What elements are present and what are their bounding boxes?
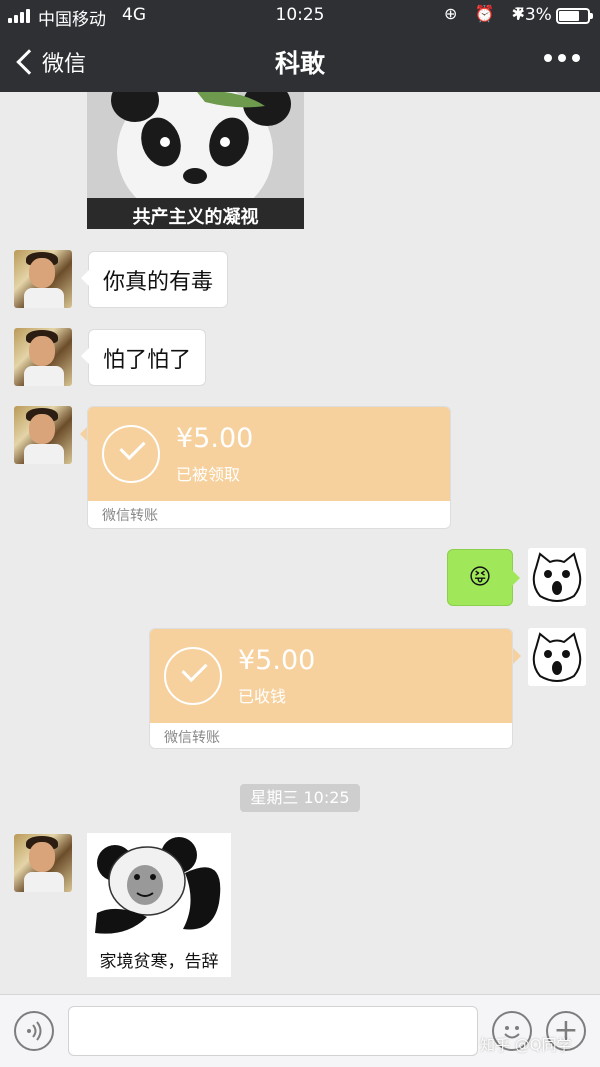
transfer-amount: ¥5.00 bbox=[176, 423, 254, 454]
transfer-label: 微信转账 bbox=[102, 508, 158, 524]
avatar[interactable] bbox=[528, 628, 586, 686]
timestamp-divider: 星期三 10:25 bbox=[240, 784, 360, 812]
nav-bar: 微信 科敢 bbox=[0, 32, 600, 92]
chat-area[interactable]: 共产主义的凝视 你真的有毒 怕了怕了 ¥5.00 已被领取 微信转账 😝 ¥5.… bbox=[0, 92, 600, 992]
check-circle-icon bbox=[164, 647, 222, 705]
message-bubble[interactable]: 怕了怕了 bbox=[80, 329, 207, 386]
avatar[interactable] bbox=[14, 250, 72, 308]
cat-avatar-icon bbox=[528, 548, 586, 606]
sent-emoji-bubble[interactable]: 😝 bbox=[447, 549, 520, 606]
status-bar: 中国移动 4G 10:25 ⊕ ⏰ ✱ 73% bbox=[0, 0, 600, 32]
avatar[interactable] bbox=[528, 548, 586, 606]
message-text: 你真的有毒 bbox=[103, 269, 214, 295]
avatar[interactable] bbox=[14, 406, 72, 464]
transfer-card[interactable]: ¥5.00 已收钱 微信转账 bbox=[149, 628, 513, 749]
chat-title: 科敢 bbox=[274, 49, 325, 78]
input-bar: + bbox=[0, 994, 600, 1067]
panda-sticker-caption: 共产主义的凝视 bbox=[132, 207, 259, 228]
emoji-grin-icon: 😝 bbox=[468, 565, 492, 590]
bubble-tail bbox=[513, 648, 521, 664]
voice-icon[interactable] bbox=[14, 1011, 54, 1051]
top-bar: 中国移动 4G 10:25 ⊕ ⏰ ✱ 73% 微信 科敢 bbox=[0, 0, 600, 92]
transfer-amount: ¥5.00 bbox=[238, 645, 316, 676]
avatar[interactable] bbox=[14, 328, 72, 386]
panda-sticker[interactable]: 共产主义的凝视 bbox=[87, 92, 304, 229]
transfer-status: 已收钱 bbox=[238, 687, 287, 706]
message-text: 怕了怕了 bbox=[103, 347, 192, 373]
panda-meme-image bbox=[87, 833, 231, 943]
meme-sticker[interactable]: 家境贫寒，告辞 bbox=[87, 833, 231, 977]
watermark: 知乎 @Q同学 bbox=[480, 1036, 572, 1054]
avatar[interactable] bbox=[14, 834, 72, 892]
transfer-status: 已被领取 bbox=[176, 465, 241, 484]
message-input[interactable] bbox=[68, 1006, 478, 1056]
battery-percent: 73% bbox=[514, 5, 552, 25]
battery-icon bbox=[556, 8, 593, 24]
transfer-card[interactable]: ¥5.00 已被领取 微信转账 bbox=[87, 406, 451, 529]
check-circle-icon bbox=[102, 425, 160, 483]
message-bubble[interactable]: 你真的有毒 bbox=[80, 251, 229, 308]
transfer-label: 微信转账 bbox=[164, 730, 220, 746]
meme-sticker-caption: 家境贫寒，告辞 bbox=[99, 952, 219, 972]
cat-avatar-icon bbox=[528, 628, 586, 686]
more-dots-icon[interactable] bbox=[544, 54, 580, 62]
